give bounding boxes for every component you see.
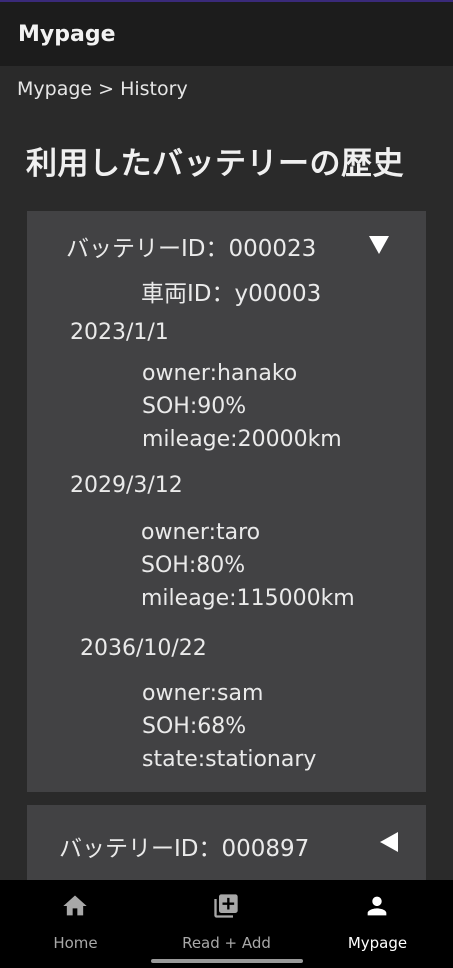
nav-item-home[interactable]: Home [0,890,151,952]
history-soh: SOH:68% [142,714,247,739]
library-add-icon [214,894,238,918]
vehicle-id-label: 車両ID：y00003 [141,281,322,307]
history-entry: owner:sam SOH:68% state:stationary [142,677,316,776]
gesture-home-indicator[interactable] [151,959,303,963]
page-title: 利用したバッテリーの歴史 [26,146,404,182]
nav-label-mypage: Mypage [347,934,408,952]
nav-item-read-add[interactable]: Read + Add [151,890,302,952]
history-soh: SOH:90% [142,394,247,419]
app-bar-title: Mypage [18,22,116,47]
battery-id-label: バッテリーID：000023 [66,236,317,262]
history-entry: owner:taro SOH:80% mileage:115000km [141,516,355,615]
history-date: 2036/10/22 [80,636,207,661]
expand-triangle-icon[interactable] [380,832,398,852]
history-mileage: mileage:115000km [141,586,355,611]
collapse-triangle-icon[interactable] [369,236,389,254]
history-mileage: mileage:20000km [142,427,342,452]
history-owner: owner:hanako [142,361,298,386]
battery-id-label: バッテリーID：000897 [59,836,310,862]
history-entry: owner:hanako SOH:90% mileage:20000km [142,357,342,456]
app-bar: Mypage [0,2,453,66]
history-owner: owner:taro [141,520,261,545]
history-soh: SOH:80% [141,553,246,578]
battery-card-expanded[interactable]: バッテリーID：000023 車両ID：y00003 2023/1/1 owne… [27,211,426,792]
person-icon [367,896,387,916]
nav-label-read-add: Read + Add [182,934,271,952]
nav-label-home: Home [53,934,98,952]
breadcrumb[interactable]: Mypage > History [17,78,188,100]
history-date: 2023/1/1 [70,320,169,345]
nav-item-mypage[interactable]: Mypage [302,890,453,952]
history-state: state:stationary [142,747,317,772]
bottom-navigation: Home Read + Add Mypage [0,880,453,968]
history-date: 2029/3/12 [70,473,183,498]
battery-card-collapsed[interactable]: バッテリーID：000897 [27,805,426,885]
home-icon [63,895,87,916]
history-owner: owner:sam [142,681,264,706]
